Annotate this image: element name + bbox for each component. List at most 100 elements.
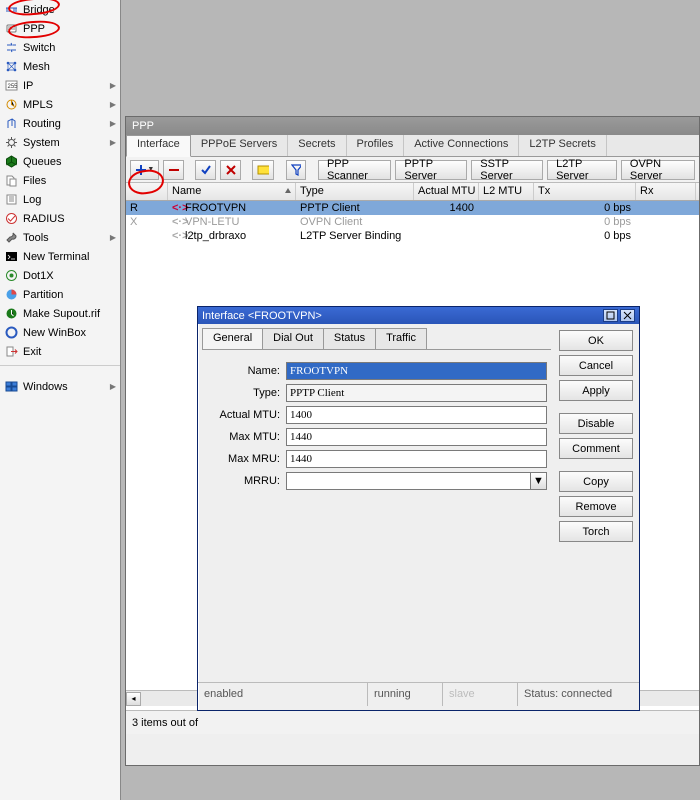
max-mru-input[interactable] [286, 450, 547, 468]
actual-mtu-input[interactable] [286, 406, 547, 424]
dialog-form: Name: Type: Actual MTU: Max MTU: Max MRU… [202, 350, 551, 496]
col-rx[interactable]: Rx [636, 183, 696, 200]
item-count-label: 3 items out of [132, 717, 198, 729]
sidebar-item-queues[interactable]: Queues [0, 152, 120, 171]
sidebar-item-dot1x[interactable]: Dot1X [0, 266, 120, 285]
status-enabled: enabled [198, 683, 368, 706]
max-mtu-label: Max MTU: [206, 431, 286, 443]
type-field [286, 384, 547, 402]
ppp-tab-active-connections[interactable]: Active Connections [404, 135, 519, 156]
ppp-tab-l2tp-secrets[interactable]: L2TP Secrets [519, 135, 606, 156]
chevron-right-icon: ▶ [110, 233, 116, 242]
link-icon: <·> [172, 216, 183, 228]
cancel-button[interactable]: Cancel [559, 355, 633, 376]
ppp-tab-secrets[interactable]: Secrets [288, 135, 346, 156]
ok-button[interactable]: OK [559, 330, 633, 351]
routing-icon [4, 116, 19, 131]
sidebar-item-exit[interactable]: Exit [0, 342, 120, 361]
sidebar-item-ppp[interactable]: PPP [0, 19, 120, 38]
torch-button[interactable]: Torch [559, 521, 633, 542]
ip-icon: 255 [4, 78, 19, 93]
chevron-right-icon: ▶ [110, 81, 116, 90]
comment-button[interactable]: Comment [559, 438, 633, 459]
mrru-dropdown-button[interactable]: ▼ [531, 472, 547, 490]
mpls-icon [4, 97, 19, 112]
sidebar-item-system[interactable]: System▶ [0, 133, 120, 152]
scroll-left-icon[interactable]: ◂ [126, 692, 141, 706]
sidebar-item-mesh[interactable]: Mesh [0, 57, 120, 76]
ppp-icon [4, 21, 19, 36]
terminal-icon [4, 249, 19, 264]
dot1x-icon [4, 268, 19, 283]
sidebar-item-label: Bridge [23, 4, 55, 16]
comment-button[interactable] [252, 160, 274, 180]
mrru-input[interactable] [286, 472, 531, 490]
sidebar-item-radius[interactable]: RADIUS [0, 209, 120, 228]
dialog-titlebar[interactable]: Interface <FROOTVPN> [198, 307, 639, 324]
minimize-button[interactable] [603, 309, 618, 322]
col-type[interactable]: Type [296, 183, 414, 200]
winbox-icon [4, 325, 19, 340]
dialog-button-column: OK Cancel Apply Disable Comment Copy Remove Tor… [559, 324, 639, 682]
col-flag[interactable] [126, 183, 168, 200]
sidebar-item-label: Files [23, 175, 46, 187]
table-row[interactable]: <·>l2tp_drbraxoL2TP Server Binding0 bps [126, 229, 699, 243]
enable-button[interactable] [195, 160, 216, 180]
remove-button[interactable] [163, 160, 184, 180]
remove-button[interactable]: Remove [559, 496, 633, 517]
exit-icon [4, 344, 19, 359]
sidebar-item-log[interactable]: Log [0, 190, 120, 209]
ppp-tab-pppoe-servers[interactable]: PPPoE Servers [191, 135, 288, 156]
add-button[interactable]: ▼ [130, 160, 159, 180]
name-input[interactable] [286, 362, 547, 380]
max-mtu-input[interactable] [286, 428, 547, 446]
table-row[interactable]: R<·>FROOTVPNPPTP Client14000 bps [126, 201, 699, 215]
l2tp-server-button[interactable]: L2TP Server [547, 160, 617, 180]
col-actual-mtu[interactable]: Actual MTU [414, 183, 479, 200]
ppp-window-title: PPP [126, 117, 699, 135]
sidebar-item-label: Windows [23, 381, 68, 393]
supout-icon [4, 306, 19, 321]
sidebar-item-bridge[interactable]: Bridge [0, 0, 120, 19]
sstp-server-button[interactable]: SSTP Server [471, 160, 543, 180]
disable-button[interactable] [220, 160, 241, 180]
copy-button[interactable]: Copy [559, 471, 633, 492]
dialog-statusbar: enabled running slave Status: connected [198, 682, 639, 706]
sidebar-item-routing[interactable]: Routing▶ [0, 114, 120, 133]
col-l2-mtu[interactable]: L2 MTU [479, 183, 534, 200]
queues-icon [4, 154, 19, 169]
col-name[interactable]: Name [168, 183, 296, 200]
sidebar-item-tools[interactable]: Tools▶ [0, 228, 120, 247]
sidebar-item-ip[interactable]: 255IP▶ [0, 76, 120, 95]
sidebar-item-new-terminal[interactable]: New Terminal [0, 247, 120, 266]
dialog-tab-general[interactable]: General [202, 328, 263, 349]
sidebar-item-label: MPLS [23, 99, 53, 111]
chevron-right-icon: ▶ [110, 100, 116, 109]
sidebar-item-new-winbox[interactable]: New WinBox [0, 323, 120, 342]
sidebar-item-mpls[interactable]: MPLS ▶ [0, 95, 120, 114]
filter-button[interactable] [286, 160, 307, 180]
ppp-tab-interface[interactable]: Interface [126, 135, 191, 157]
sidebar-item-partition[interactable]: Partition [0, 285, 120, 304]
ppp-scanner-button[interactable]: PPP Scanner [318, 160, 391, 180]
dialog-tab-dial-out[interactable]: Dial Out [262, 328, 324, 349]
pptp-server-button[interactable]: PPTP Server [395, 160, 467, 180]
dialog-tab-traffic[interactable]: Traffic [375, 328, 427, 349]
dialog-tab-status[interactable]: Status [323, 328, 376, 349]
col-tx[interactable]: Tx [534, 183, 636, 200]
sidebar-item-windows[interactable]: Windows ▶ [0, 377, 120, 396]
chevron-right-icon: ▶ [110, 138, 116, 147]
ppp-tab-profiles[interactable]: Profiles [347, 135, 405, 156]
ppp-grid-header: Name Type Actual MTU L2 MTU Tx Rx [126, 183, 699, 201]
sidebar-item-make-supout-rif[interactable]: Make Supout.rif [0, 304, 120, 323]
apply-button[interactable]: Apply [559, 380, 633, 401]
radius-icon [4, 211, 19, 226]
type-label: Type: [206, 387, 286, 399]
ovpn-server-button[interactable]: OVPN Server [621, 160, 695, 180]
close-button[interactable] [620, 309, 635, 322]
sidebar-item-files[interactable]: Files [0, 171, 120, 190]
table-row[interactable]: X<·>VPN-LETUOVPN Client0 bps [126, 215, 699, 229]
disable-button[interactable]: Disable [559, 413, 633, 434]
sidebar-item-label: Exit [23, 346, 41, 358]
sidebar-item-switch[interactable]: Switch [0, 38, 120, 57]
